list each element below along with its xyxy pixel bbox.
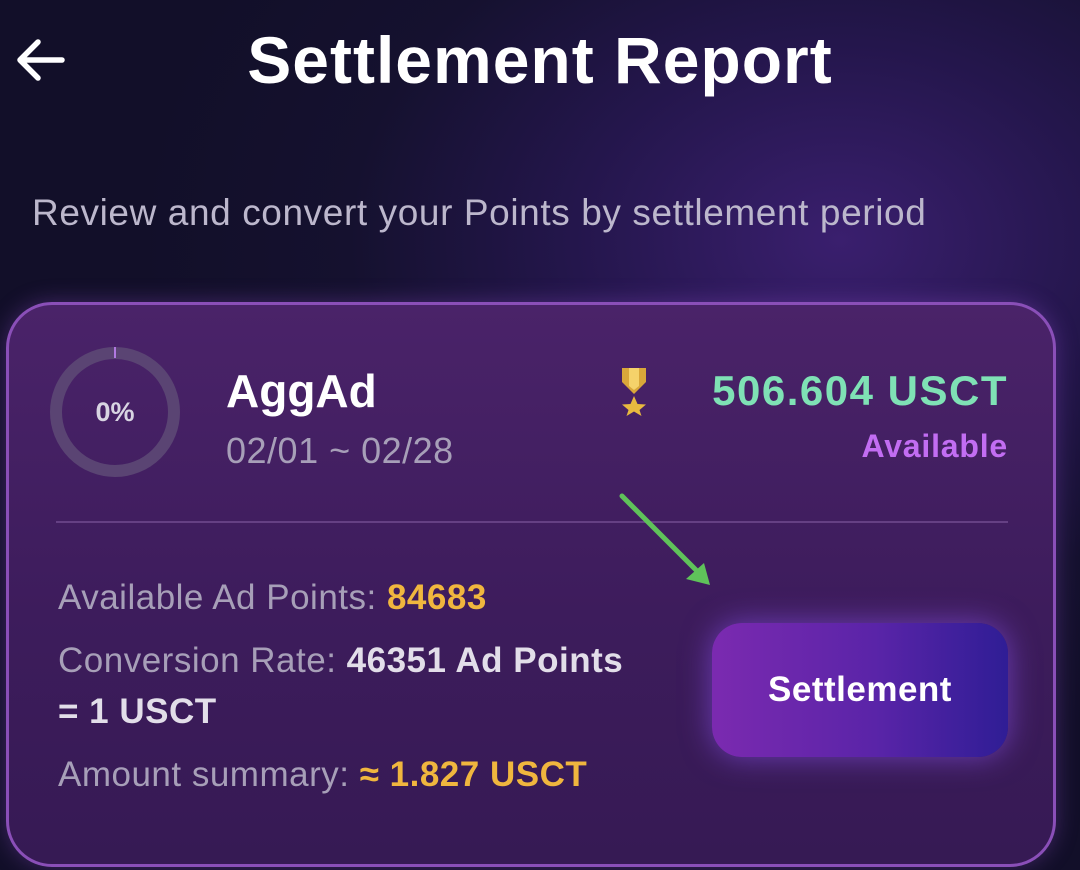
amount-summary-row: Amount summary: ≈ 1.827 USCT <box>58 755 587 795</box>
conversion-rate-value: 46351 Ad Points <box>346 641 624 680</box>
amount-summary-value: ≈ 1.827 USCT <box>359 755 588 794</box>
available-points-value: 84683 <box>386 578 487 617</box>
conversion-rate-label: Conversion Rate: <box>58 641 347 680</box>
progress-percent: 0% <box>95 396 135 427</box>
conversion-rate-result: = 1 USCT <box>58 692 217 731</box>
page-subtitle: Review and convert your Points by settle… <box>32 192 927 233</box>
conversion-rate-row-cont: = 1 USCT <box>58 692 217 732</box>
card-divider <box>56 521 1008 523</box>
available-points-label: Available Ad Points: <box>58 578 387 617</box>
balance-status: Available <box>861 428 1008 464</box>
program-name: AggAd <box>226 365 377 417</box>
amount-summary-label: Amount summary: <box>58 755 360 794</box>
conversion-rate-row: Conversion Rate: 46351 Ad Points <box>58 641 623 681</box>
page-title: Settlement Report <box>247 23 833 97</box>
settlement-button[interactable]: Settlement <box>712 623 1008 757</box>
annotation-arrow-icon <box>619 493 710 585</box>
settlement-period: 02/01 ~ 02/28 <box>226 430 454 471</box>
medal-icon <box>622 368 646 416</box>
available-balance: 506.604 USCT <box>712 367 1008 414</box>
header: Settlement Report <box>0 0 1080 130</box>
available-points-row: Available Ad Points: 84683 <box>58 578 487 618</box>
